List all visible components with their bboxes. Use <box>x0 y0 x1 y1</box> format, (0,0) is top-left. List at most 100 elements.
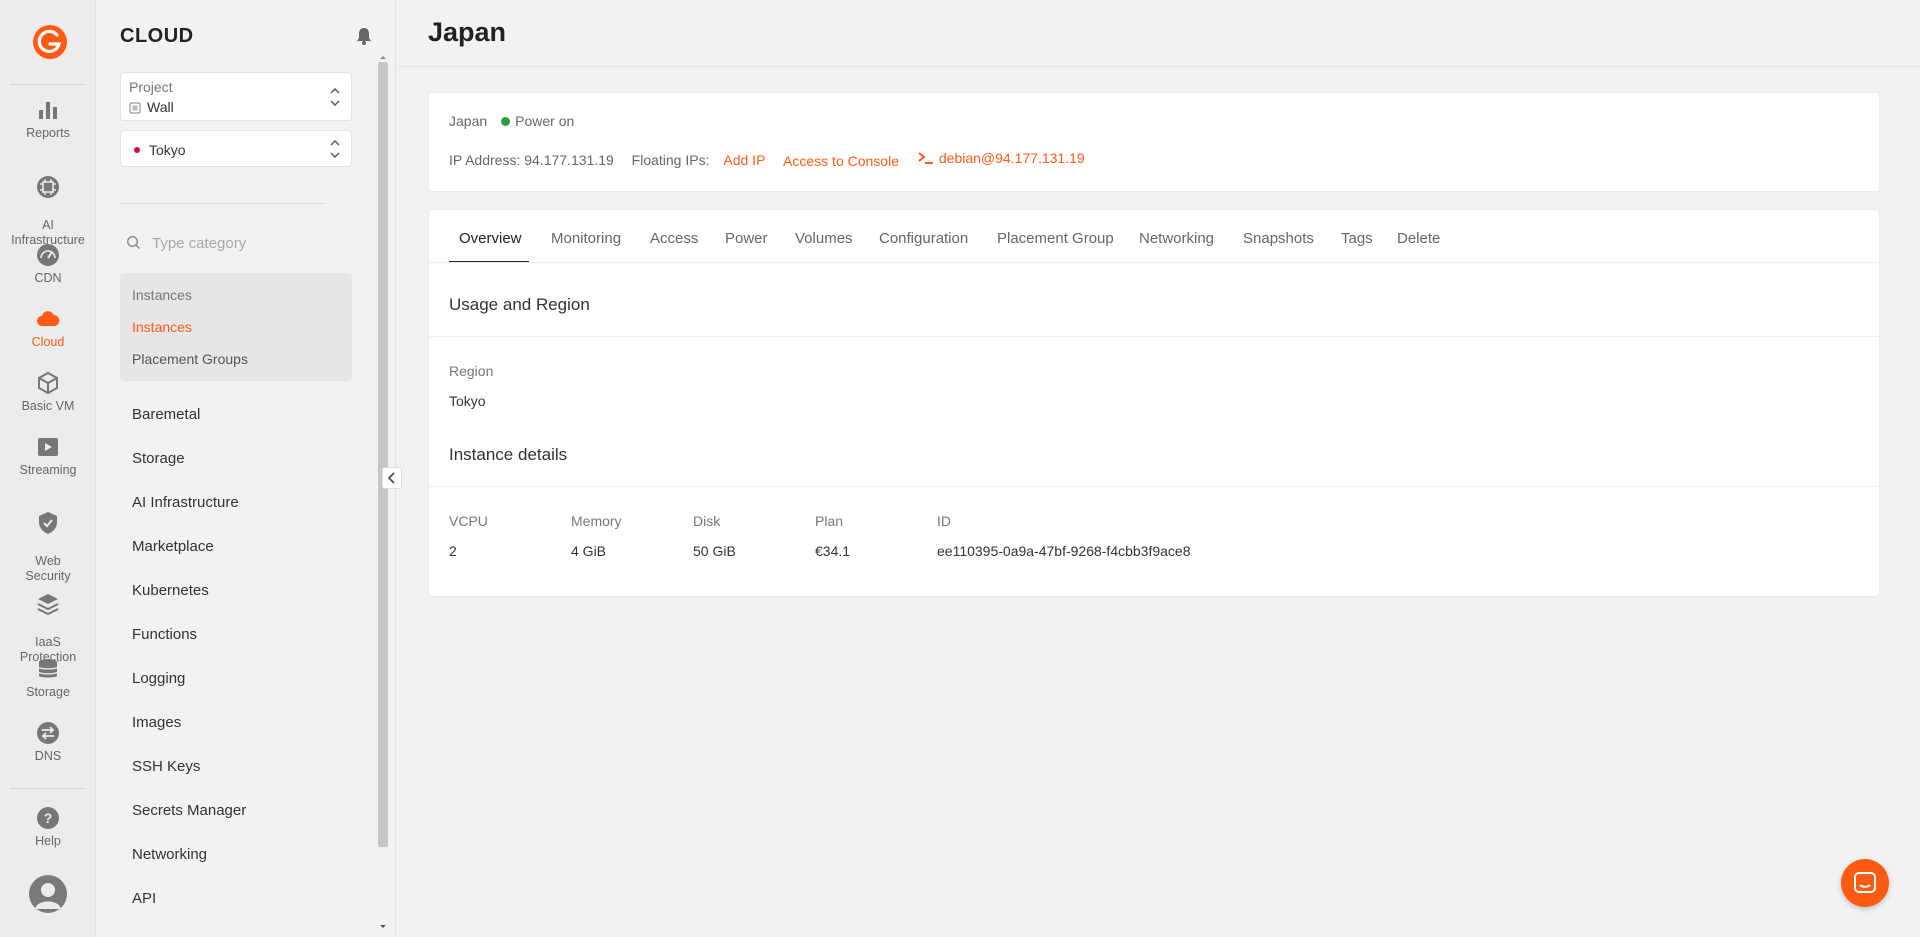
sidebar-item-functions[interactable]: Functions <box>132 626 197 643</box>
project-select-label: Project <box>129 79 173 95</box>
project-select[interactable]: Project Wall <box>120 72 352 121</box>
database-icon <box>38 659 58 678</box>
cloud-icon <box>37 311 60 326</box>
rail-item-storage[interactable]: Storage <box>0 657 96 700</box>
user-icon <box>35 883 61 909</box>
rail-item-web-security[interactable]: Web Security <box>0 496 96 584</box>
arrows-swap-icon <box>37 722 59 744</box>
rail-label: Help <box>35 834 61 848</box>
icon-rail: Reports AI Infrastructure CDN Cloud Basi… <box>0 0 96 937</box>
layers-icon <box>37 594 59 616</box>
category-search-input[interactable] <box>152 230 342 256</box>
tab-overview[interactable]: Overview <box>459 230 522 247</box>
speedometer-icon <box>37 244 59 266</box>
usage-region-title: Usage and Region <box>449 295 590 314</box>
plan-value: €34.1 <box>815 543 851 559</box>
sidebar-item-images[interactable]: Images <box>132 714 181 731</box>
instance-status: Power on <box>515 113 575 129</box>
tab-placement-group[interactable]: Placement Group <box>997 230 1114 247</box>
ssh-command: debian@94.177.131.19 <box>938 150 1085 166</box>
tab-tags[interactable]: Tags <box>1341 230 1373 247</box>
instance-summary-card: Japan Power on IP Address: 94.177.131.19 … <box>428 92 1880 192</box>
sidebar-item-marketplace[interactable]: Marketplace <box>132 538 214 555</box>
rail-label: Storage <box>26 685 70 699</box>
id-label: ID <box>937 513 951 529</box>
tab-volumes[interactable]: Volumes <box>795 230 853 247</box>
id-value: ee110395-0a9a-47bf-9268-f4cbb3f9ace8 <box>937 543 1191 559</box>
region-select[interactable]: Tokyo <box>120 130 352 167</box>
region-label: Region <box>449 363 494 379</box>
rail-item-reports[interactable]: Reports <box>0 98 96 141</box>
rail-label: CDN <box>34 271 62 285</box>
rail-item-basic-vm[interactable]: Basic VM <box>0 371 96 414</box>
help-icon: ? <box>37 807 59 829</box>
tab-monitoring[interactable]: Monitoring <box>551 230 621 247</box>
sidebar-title: CLOUD <box>120 25 194 47</box>
rail-item-cdn[interactable]: CDN <box>0 243 96 286</box>
instance-detail-card: Overview Monitoring Access Power Volumes… <box>428 209 1881 597</box>
japan-flag-icon <box>134 147 140 153</box>
tab-configuration[interactable]: Configuration <box>879 230 968 247</box>
rail-item-cloud[interactable]: Cloud <box>0 307 96 350</box>
sidebar-item-ai-infrastructure[interactable]: AI Infrastructure <box>132 494 239 511</box>
main-content: Japan Japan Power on IP Address: 94.177.1… <box>397 0 1920 937</box>
category-search[interactable] <box>120 230 352 256</box>
sidebar-item-networking[interactable]: Networking <box>132 846 207 863</box>
rail-label: Cloud <box>31 335 65 349</box>
section-divider <box>429 486 1881 487</box>
rail-label: Reports <box>26 126 70 140</box>
floating-ips-label: Floating IPs: <box>631 152 710 168</box>
project-select-value: Wall <box>147 99 174 115</box>
header-divider <box>397 66 1920 67</box>
tab-delete[interactable]: Delete <box>1397 230 1440 247</box>
group-header[interactable]: Instances <box>132 287 192 303</box>
rail-item-iaas-protection[interactable]: IaaS Protection <box>0 577 96 665</box>
rail-item-help[interactable]: ? Help <box>0 806 96 849</box>
terminal-icon <box>918 152 933 164</box>
instance-tabs: Overview Monitoring Access Power Volumes… <box>429 210 1652 263</box>
tab-networking[interactable]: Networking <box>1139 230 1214 247</box>
sidebar-item-placement-groups[interactable]: Placement Groups <box>132 351 248 367</box>
rail-item-streaming[interactable]: Streaming <box>0 435 96 478</box>
section-divider <box>429 336 1881 337</box>
cube-icon <box>38 371 58 395</box>
rail-label: DNS <box>34 749 62 763</box>
user-avatar[interactable] <box>29 875 67 913</box>
sidebar-scrollbar[interactable] <box>378 62 388 847</box>
instances-group: Instances Instances Placement Groups <box>120 273 352 381</box>
chevron-updown-icon <box>330 139 340 158</box>
sidebar-item-ssh-keys[interactable]: SSH Keys <box>132 758 200 775</box>
sidebar-item-storage[interactable]: Storage <box>132 450 185 467</box>
tab-power[interactable]: Power <box>725 230 768 247</box>
sidebar-item-api[interactable]: API <box>132 890 156 907</box>
sidebar-item-kubernetes[interactable]: Kubernetes <box>132 582 209 599</box>
project-icon <box>129 102 141 114</box>
rail-item-dns[interactable]: DNS <box>0 721 96 764</box>
instance-name: Japan <box>449 113 488 129</box>
ip-address: IP Address: 94.177.131.19 <box>449 152 614 168</box>
tab-access[interactable]: Access <box>650 230 698 247</box>
disk-label: Disk <box>693 513 721 529</box>
sidebar-item-instances[interactable]: Instances <box>132 319 192 335</box>
sidebar-item-secrets-manager[interactable]: Secrets Manager <box>132 802 246 819</box>
sidebar-item-baremetal[interactable]: Baremetal <box>132 406 200 423</box>
sidebar-item-logging[interactable]: Logging <box>132 670 185 687</box>
status-dot-icon <box>501 117 511 126</box>
rail-divider <box>10 84 84 85</box>
scroll-down-arrow-icon[interactable] <box>377 923 389 931</box>
bell-icon[interactable] <box>354 26 374 46</box>
access-console-link[interactable]: Access to Console <box>783 153 899 169</box>
rail-divider <box>10 788 84 789</box>
chat-support-button[interactable] <box>1841 859 1889 907</box>
rail-item-ai-infrastructure[interactable]: AI Infrastructure <box>0 160 96 248</box>
region-select-value: Tokyo <box>149 142 186 158</box>
scroll-up-arrow-icon[interactable] <box>377 53 389 61</box>
ssh-command-link[interactable]: debian@94.177.131.19 <box>917 150 1085 166</box>
cloud-sidebar: CLOUD Project Wall Tokyo Instances Insta… <box>96 0 402 937</box>
gcore-logo-icon[interactable] <box>32 24 68 60</box>
chart-bar-icon <box>39 102 57 119</box>
tab-snapshots[interactable]: Snapshots <box>1243 230 1314 247</box>
instance-status-row: Japan Power on <box>449 113 574 129</box>
add-ip-link[interactable]: Add IP <box>723 152 765 168</box>
rail-label: Streaming <box>19 463 77 477</box>
